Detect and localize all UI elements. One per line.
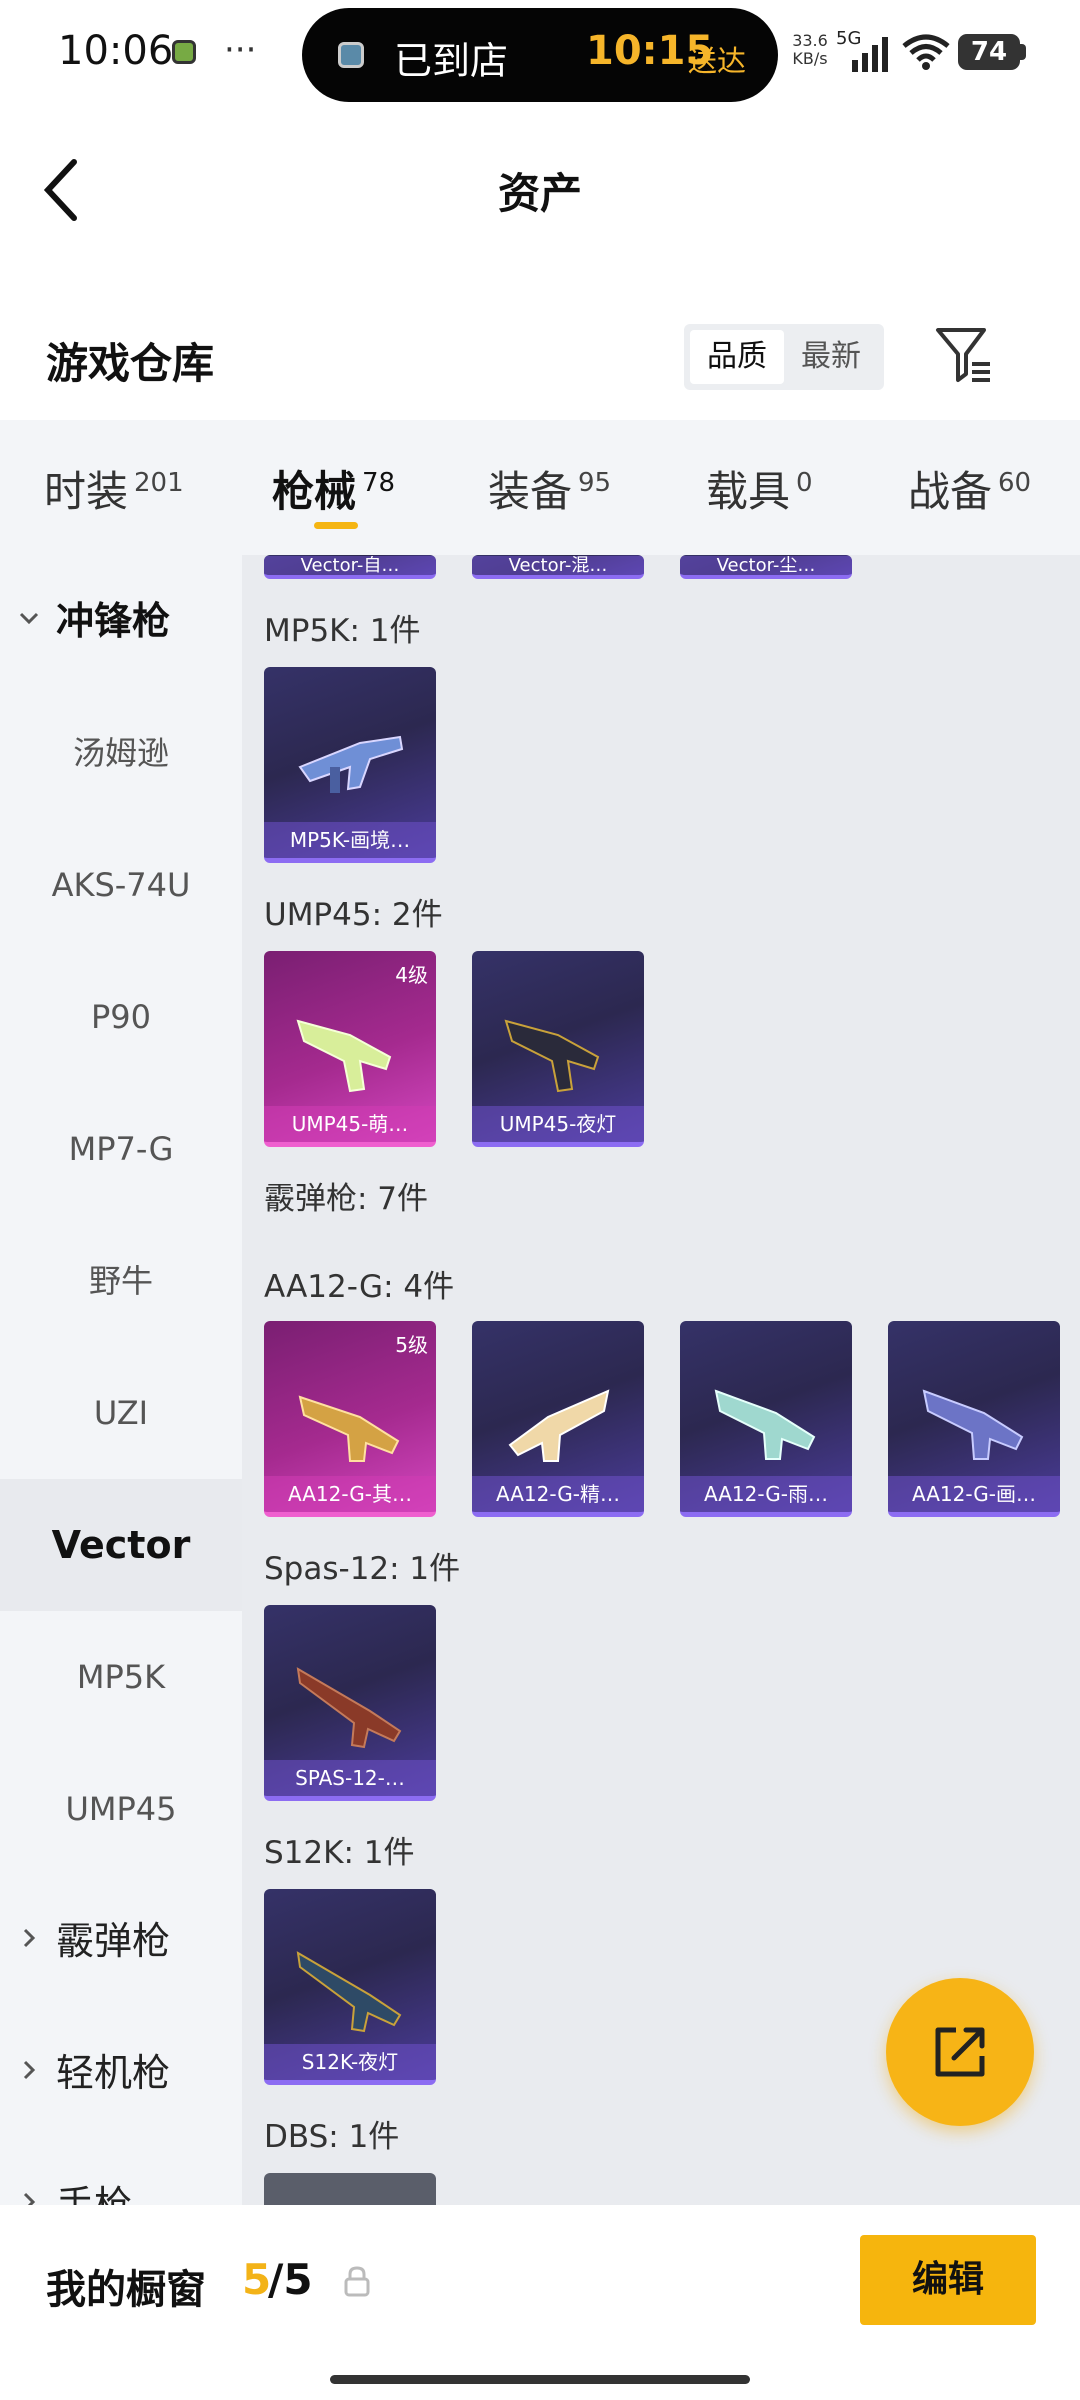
showcase-label: 我的橱窗	[46, 2267, 206, 2313]
edit-button[interactable]: 编辑	[860, 2235, 1036, 2325]
weapon-level-badge: 5级	[395, 1333, 428, 1357]
chevron-down-icon	[19, 612, 39, 625]
delivery-app-icon	[338, 42, 364, 68]
sidebar-item-mp7g[interactable]: MP7-G	[0, 1083, 242, 1215]
sidebar-group-smg[interactable]: 冲锋枪	[0, 555, 242, 687]
weapon-level-badge: 4级	[395, 963, 428, 987]
sidebar-group-pistol[interactable]: 手枪	[0, 2139, 242, 2205]
sidebar-item-bison[interactable]: 野牛	[0, 1215, 242, 1347]
tab-vehicles[interactable]: 载具 0	[706, 458, 813, 519]
sidebar-item-thompson[interactable]: 汤姆逊	[0, 687, 242, 819]
weapon-card[interactable]: 4级 UMP45-萌…	[264, 951, 436, 1147]
gun-skin-image	[508, 1389, 610, 1462]
gun-skin-image	[296, 1951, 402, 2033]
home-indicator[interactable]	[330, 2375, 750, 2384]
weapon-card-name: AA12-G-雨…	[680, 1476, 852, 1512]
weapon-grid: Vector-自… Vector-混… Vector-尘… MP5K: 1件 M…	[242, 555, 1080, 2205]
chevron-right-icon	[23, 2192, 36, 2205]
gun-skin-image	[922, 1389, 1024, 1460]
weapon-card-name: MP5K-画境…	[264, 822, 436, 858]
tab-fashion[interactable]: 时装 201	[44, 458, 184, 519]
category-tabs: 时装 201 枪械 78 装备 95 载具 0 战备 60	[0, 420, 1080, 555]
status-bar: 10:06 ··· 已到店 10:15 送达 33.6 KB/s 5G 74	[0, 0, 1080, 110]
gun-skin-image	[298, 1395, 400, 1462]
weapon-card-name: AA12-G-其…	[264, 1476, 436, 1512]
share-button[interactable]	[886, 1978, 1034, 2126]
status-time: 10:06	[58, 28, 174, 74]
weapon-card[interactable]: SPAS-12-…	[264, 1605, 436, 1801]
weapon-card[interactable]: AA12-G-画…	[888, 1321, 1060, 1517]
category-label: UMP45: 2件	[264, 897, 443, 933]
active-tab-indicator	[314, 522, 358, 529]
battery-icon: 74	[958, 34, 1020, 70]
showcase-total: /5	[268, 2255, 313, 2304]
gun-skin-image	[504, 1019, 600, 1093]
chevron-right-icon	[23, 2060, 36, 2080]
section-title: 游戏仓库	[46, 339, 215, 388]
weapon-card[interactable]	[264, 2173, 436, 2205]
sidebar-item-p90[interactable]: P90	[0, 951, 242, 1083]
weapon-card[interactable]: Vector-自…	[264, 555, 436, 579]
weapon-card-name: UMP45-萌…	[264, 1106, 436, 1142]
delivery-live-activity[interactable]: 已到店 10:15 送达	[302, 8, 778, 102]
page-title: 资产	[497, 169, 582, 218]
weapon-card[interactable]: AA12-G-精…	[472, 1321, 644, 1517]
weapon-card-name: AA12-G-画…	[888, 1476, 1060, 1512]
weapon-card[interactable]: S12K-夜灯	[264, 1889, 436, 2085]
category-label: MP5K: 1件	[264, 613, 421, 649]
weapon-card-name: Vector-自…	[264, 556, 436, 575]
delivery-action: 送达	[688, 44, 747, 78]
gun-skin-image	[296, 1019, 392, 1093]
delivery-status: 已到店	[394, 39, 509, 83]
signal-icon	[852, 37, 888, 72]
weapon-type-sidebar: 冲锋枪 汤姆逊 AKS-74U P90 MP7-G 野牛 UZI Vector …	[0, 555, 242, 2205]
weapon-card[interactable]: Vector-尘…	[680, 555, 852, 579]
weapon-card[interactable]: AA12-G-雨…	[680, 1321, 852, 1517]
weapon-card[interactable]: 5级 AA12-G-其…	[264, 1321, 436, 1517]
category-label: Spas-12: 1件	[264, 1551, 461, 1587]
sidebar-item-ump45[interactable]: UMP45	[0, 1743, 242, 1875]
external-link-icon	[935, 2027, 985, 2077]
sort-option-quality[interactable]: 品质	[690, 330, 784, 384]
category-label: 霰弹枪: 7件	[264, 1181, 429, 1217]
more-notifications-icon: ···	[224, 30, 257, 70]
weapon-card-name: SPAS-12-…	[264, 1760, 436, 1796]
weapon-card[interactable]: MP5K-画境…	[264, 667, 436, 863]
weapon-card[interactable]: UMP45-夜灯	[472, 951, 644, 1147]
showcase-count: 5	[242, 2255, 272, 2304]
sidebar-item-uzi[interactable]: UZI	[0, 1347, 242, 1479]
tab-equipment[interactable]: 装备 95	[488, 458, 611, 519]
tab-supplies[interactable]: 战备 60	[908, 458, 1031, 519]
wifi-icon	[902, 34, 950, 70]
weapon-card[interactable]: Vector-混…	[472, 555, 644, 579]
sort-option-newest[interactable]: 最新	[784, 330, 878, 384]
category-label: S12K: 1件	[264, 1835, 415, 1871]
weapon-card-name: AA12-G-精…	[472, 1476, 644, 1512]
sidebar-group-shotgun[interactable]: 霰弹枪	[0, 1875, 242, 2007]
sidebar-item-vector[interactable]: Vector	[0, 1479, 242, 1611]
sidebar-group-lmg[interactable]: 轻机枪	[0, 2007, 242, 2139]
gun-skin-image	[296, 1667, 402, 1749]
lock-icon	[344, 2266, 370, 2297]
sort-toggle: 品质 最新	[684, 324, 884, 390]
showcase-bar: 我的橱窗 5 /5 编辑	[0, 2205, 1080, 2400]
category-label: AA12-G: 4件	[264, 1269, 455, 1305]
app-notification-icon	[172, 40, 196, 64]
weapon-card-name: UMP45-夜灯	[472, 1106, 644, 1142]
gun-skin-image	[298, 735, 404, 793]
network-speed: 33.6 KB/s	[792, 31, 828, 68]
sidebar-item-aks74u[interactable]: AKS-74U	[0, 819, 242, 951]
chevron-right-icon	[23, 1928, 36, 1948]
category-label: DBS: 1件	[264, 2119, 400, 2155]
battery-tip	[1020, 44, 1026, 60]
weapon-card-name: Vector-尘…	[680, 556, 852, 575]
weapon-card-name: Vector-混…	[472, 556, 644, 575]
sidebar-item-mp5k[interactable]: MP5K	[0, 1611, 242, 1743]
tab-firearms[interactable]: 枪械 78	[272, 458, 395, 519]
filter-icon[interactable]	[934, 324, 994, 384]
gun-skin-image	[714, 1389, 816, 1460]
weapon-card-name: S12K-夜灯	[264, 2044, 436, 2080]
